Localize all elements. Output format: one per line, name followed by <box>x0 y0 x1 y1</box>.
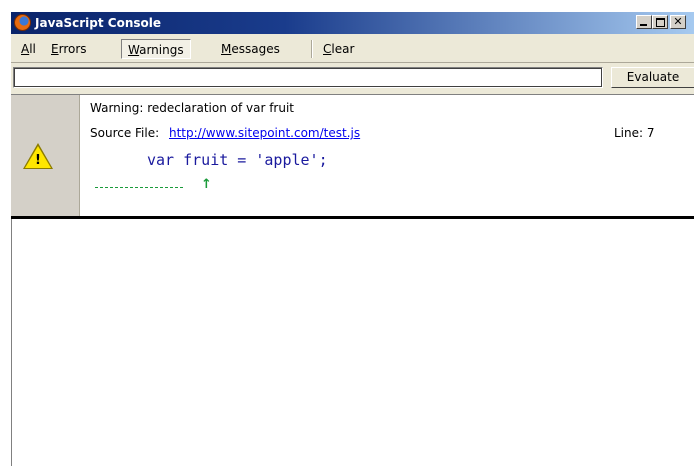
evaluate-input[interactable] <box>13 67 603 88</box>
filter-toolbar: All Errors Warnings Messages Clear <box>11 36 694 63</box>
source-code-line: var fruit = 'apple'; <box>147 151 328 169</box>
filter-all-button[interactable]: All <box>15 39 42 59</box>
console-message-warning[interactable]: ! Warning: redeclaration of var fruit So… <box>11 95 694 219</box>
warning-text: Warning: redeclaration of var fruit <box>90 101 295 115</box>
evaluate-button[interactable]: Evaluate <box>611 67 694 88</box>
error-position-dashes <box>95 187 183 188</box>
console-message-list[interactable]: ! Warning: redeclaration of var fruit So… <box>11 94 694 466</box>
firefox-icon <box>14 14 31 31</box>
window-title: JavaScript Console <box>35 16 162 30</box>
filter-errors-button[interactable]: Errors <box>45 39 93 59</box>
warning-exclamation: ! <box>35 153 41 168</box>
filter-messages-button[interactable]: Messages <box>215 39 286 59</box>
error-position-arrow-icon: ↑ <box>201 177 212 192</box>
maximize-button[interactable] <box>652 15 668 29</box>
maximize-icon <box>656 18 665 27</box>
clear-button[interactable]: Clear <box>317 39 360 59</box>
source-file-label: Source File: <box>90 126 160 140</box>
close-button[interactable]: ✕ <box>670 15 686 29</box>
pane-border <box>11 219 12 466</box>
close-icon: ✕ <box>673 15 683 28</box>
filter-warnings-button[interactable]: Warnings <box>121 39 191 59</box>
source-file-link[interactable]: http://www.sitepoint.com/test.js <box>169 126 360 140</box>
minimize-icon <box>640 24 647 26</box>
title-bar[interactable]: JavaScript Console ✕ <box>11 12 694 34</box>
evaluate-row: Evaluate <box>11 63 694 93</box>
minimize-button[interactable] <box>636 15 652 29</box>
source-file-row: Source File: http://www.sitepoint.com/te… <box>90 126 360 140</box>
line-number: Line: 7 <box>614 126 655 140</box>
javascript-console-window: JavaScript Console ✕ All Errors Warnings… <box>10 11 694 466</box>
toolbar-separator <box>311 40 313 58</box>
